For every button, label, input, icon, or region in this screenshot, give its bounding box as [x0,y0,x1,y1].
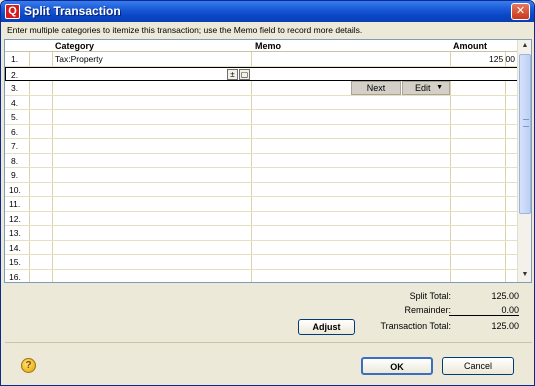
split-grid: Category Memo Amount 1. Tax:Property 125… [4,39,532,283]
category-input[interactable] [55,68,250,82]
category-dropdown-icon[interactable]: ± [227,68,238,80]
amount-cell[interactable]: 125 00 [453,52,515,66]
footer-divider [5,342,532,343]
row-number: 5. [11,112,19,122]
row-number: 3. [11,83,19,93]
quicken-app-icon: Q [5,4,20,19]
transaction-total-label: Transaction Total: [380,321,451,331]
cancel-button[interactable]: Cancel [442,357,514,375]
close-button[interactable]: ✕ [511,3,530,20]
row-number: 11. [9,199,21,209]
header-category[interactable]: Category [55,40,94,52]
chevron-down-icon: ▼ [436,84,443,91]
header-amount[interactable]: Amount [453,40,487,52]
edit-label: Edit [415,83,431,93]
row-number: 12. [9,213,21,224]
table-row[interactable]: 16. [5,270,518,283]
transaction-total-value: 125.00 [491,321,519,331]
header-memo[interactable]: Memo [255,40,281,52]
edit-menu-button[interactable]: Edit ▼ [402,81,450,95]
split-total-label: Split Total: [409,291,451,301]
table-row[interactable]: 6. [5,125,518,139]
split-total-value: 125.00 [491,291,519,301]
window-title: Split Transaction [24,4,121,18]
category-cell[interactable]: Tax:Property [55,52,103,66]
row-number: 7. [11,141,19,151]
table-row[interactable]: 7. [5,139,518,154]
split-transaction-dialog: Q Split Transaction ✕ Enter multiple cat… [0,0,535,386]
remainder-value: 0.00 [501,305,519,315]
ok-button[interactable]: OK [361,357,433,375]
table-row[interactable]: 5. [5,110,518,125]
row-number: 8. [11,155,19,166]
table-row[interactable]: 3. Next Edit ▼ [5,81,518,96]
table-row[interactable]: 14. [5,241,518,255]
row-number: 1. [11,54,19,64]
table-row[interactable]: 13. [5,226,518,241]
table-row[interactable]: 15. [5,255,518,270]
row-number: 10. [9,184,21,195]
grip-icon [523,119,529,127]
table-row[interactable]: 10. [5,183,518,197]
scroll-up-icon[interactable]: ▲ [518,40,531,52]
help-icon[interactable]: ? [21,358,36,373]
table-row[interactable]: 12. [5,212,518,226]
table-row[interactable]: 1. Tax:Property 125 00 [5,52,518,67]
scrollbar-thumb[interactable] [519,54,531,214]
table-row[interactable]: 8. [5,154,518,168]
instructions-text: Enter multiple categories to itemize thi… [7,25,363,35]
category-list-icon[interactable]: ▢ [239,68,250,80]
scroll-down-icon[interactable]: ▼ [518,269,531,281]
vertical-scrollbar[interactable]: ▲ ▼ [517,40,531,282]
row-number: 16. [9,271,21,282]
title-bar[interactable]: Q Split Transaction ✕ [1,1,534,22]
row-number: 9. [11,170,19,180]
row-number: 6. [11,126,19,137]
row-number: 2. [11,69,19,80]
table-row[interactable]: 9. [5,168,518,183]
table-row[interactable]: 11. [5,197,518,212]
row-number: 4. [11,97,19,108]
table-row[interactable]: 4. [5,96,518,110]
totals-underline [449,315,519,316]
table-row-selected[interactable]: 2. ± ▢ [5,66,518,82]
row-number: 15. [9,257,21,267]
row-number: 14. [9,242,21,253]
grid-header: Category Memo Amount [5,40,531,52]
next-button[interactable]: Next [351,81,401,95]
row-number: 13. [9,228,21,238]
remainder-label: Remainder: [404,305,451,315]
